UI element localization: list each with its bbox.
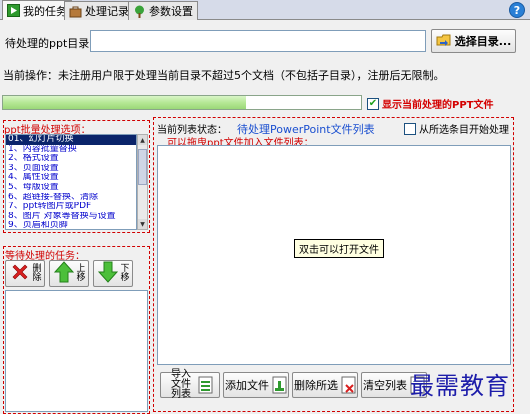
- move-up-label: 上移: [76, 263, 86, 283]
- option-item[interactable]: 1、内容批量替换: [6, 145, 136, 155]
- options-list[interactable]: 01、幻灯片切换 1、内容批量替换 2、格式设置 3、页面设置 4、属性设置 5…: [5, 134, 137, 230]
- briefcase-icon: [69, 5, 82, 18]
- progress-bar: [2, 95, 362, 110]
- tooltip: 双击可以打开文件: [294, 239, 384, 258]
- delete-file-icon: [341, 376, 356, 394]
- show-current-label: 显示当前处理的PPT文件: [382, 100, 494, 111]
- red-x-icon: [10, 262, 30, 285]
- option-item[interactable]: 01、幻灯片切换: [6, 135, 136, 146]
- checkbox-icon[interactable]: ✔: [367, 97, 379, 110]
- tab-records[interactable]: 处理记录: [64, 1, 134, 20]
- option-item[interactable]: 7、ppt转图片或PDF: [6, 202, 136, 212]
- tab-label: 参数设置: [149, 5, 193, 18]
- waiting-task-list[interactable]: [5, 290, 148, 412]
- import-list-button[interactable]: 导入文件列表: [160, 369, 220, 400]
- option-item[interactable]: 6、超链接-替换、清除: [6, 193, 136, 203]
- from-selected-label: 从所选条目开始处理: [419, 125, 509, 136]
- browse-button[interactable]: 选择目录...: [431, 29, 516, 53]
- help-icon[interactable]: ?: [509, 2, 525, 18]
- tab-label: 我的任务: [23, 4, 67, 18]
- option-item[interactable]: 3、页面设置: [6, 164, 136, 174]
- delete-task-button[interactable]: 删除: [5, 260, 45, 287]
- clear-list-label: 清空列表: [363, 379, 407, 392]
- option-item[interactable]: 5、母版设置: [6, 183, 136, 193]
- option-item[interactable]: 4、属性设置: [6, 173, 136, 183]
- folder-arrow-icon: [436, 33, 452, 50]
- play-icon: [7, 4, 20, 17]
- add-file-icon: [272, 376, 287, 394]
- add-file-label: 添加文件: [225, 379, 269, 392]
- watermark: 最需教育: [410, 372, 510, 400]
- move-down-button[interactable]: 下移: [93, 260, 133, 287]
- tab-label: 处理记录: [85, 5, 129, 18]
- tree-icon: [133, 5, 146, 18]
- move-up-button[interactable]: 上移: [49, 260, 89, 287]
- tab-my-tasks[interactable]: 我的任务: [2, 0, 72, 20]
- show-current-toggle[interactable]: ✔ 显示当前处理的PPT文件: [367, 96, 493, 111]
- from-selected-toggle[interactable]: 从所选条目开始处理: [404, 121, 509, 136]
- options-scrollbar[interactable]: ▲ ▼: [137, 134, 148, 230]
- scroll-down-icon[interactable]: ▼: [138, 219, 147, 229]
- add-file-button[interactable]: 添加文件: [223, 372, 289, 398]
- scroll-thumb[interactable]: [138, 149, 147, 185]
- option-item[interactable]: 2、格式设置: [6, 154, 136, 164]
- dir-input[interactable]: [90, 30, 426, 52]
- delete-selected-label: 删除所选: [294, 379, 338, 392]
- current-op-text: 当前操作：未注册用户限于处理当前目录不超过5个文档（不包括子目录），注册后无限制…: [3, 69, 445, 82]
- option-item[interactable]: 8、图片 对象等替换与设置: [6, 212, 136, 222]
- delete-selected-button[interactable]: 删除所选: [292, 372, 358, 398]
- browse-label: 选择目录...: [454, 35, 512, 48]
- import-list-label: 导入文件列表: [171, 369, 191, 400]
- green-up-arrow-icon: [53, 261, 74, 286]
- tab-settings[interactable]: 参数设置: [128, 1, 198, 20]
- green-down-arrow-icon: [97, 261, 118, 286]
- tab-bar: 我的任务 处理记录 参数设置: [0, 0, 530, 20]
- option-item[interactable]: 9、页眉和页脚: [6, 221, 136, 229]
- delete-task-label: 删除: [32, 263, 42, 283]
- checkbox-icon[interactable]: [404, 122, 416, 135]
- progress-fill: [3, 96, 247, 109]
- scroll-up-icon[interactable]: ▲: [138, 135, 147, 145]
- dir-label: 待处理的ppt目录：: [5, 37, 101, 50]
- import-list-icon: [198, 376, 213, 394]
- move-down-label: 下移: [120, 263, 130, 283]
